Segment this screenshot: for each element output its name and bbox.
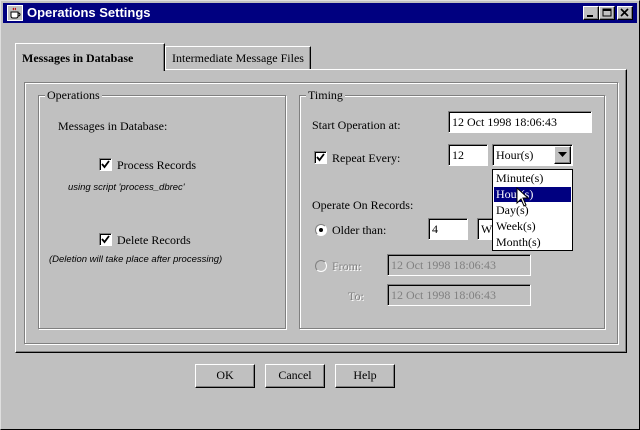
mouse-pointer-icon: [516, 186, 532, 211]
repeat-unit-select[interactable]: Hour(s): [492, 144, 573, 166]
java-cup-icon[interactable]: [7, 5, 23, 21]
ok-button[interactable]: OK: [195, 364, 255, 388]
repeat-unit-value: Hour(s): [496, 148, 534, 162]
start-operation-field[interactable]: 12 Oct 1998 18:06:43: [448, 111, 592, 133]
cancel-button[interactable]: Cancel: [265, 364, 325, 388]
minimize-button[interactable]: [583, 6, 599, 20]
delete-records-note: (Deletion will take place after processi…: [49, 254, 223, 265]
repeat-interval-field[interactable]: 12: [448, 144, 488, 166]
tab-label: Intermediate Message Files: [172, 51, 304, 65]
dropdown-option-days[interactable]: Day(s): [494, 203, 571, 218]
window-title: Operations Settings: [27, 5, 151, 20]
start-operation-label: Start Operation at:: [312, 118, 401, 132]
process-records-note: using script 'process_dbrec': [68, 182, 185, 193]
dropdown-option-hours[interactable]: Hour(s): [494, 187, 571, 202]
delete-records-checkbox[interactable]: [99, 233, 112, 246]
operations-settings-window: Operations Settings Messages in Database…: [0, 0, 640, 430]
dropdown-option-minutes[interactable]: Minute(s): [494, 171, 571, 186]
from-radio[interactable]: [315, 260, 327, 272]
from-date-field[interactable]: 12 Oct 1998 18:06:43: [387, 254, 531, 276]
tab-messages-in-database[interactable]: Messages in Database: [15, 43, 165, 71]
close-button[interactable]: [617, 6, 633, 20]
title-bar[interactable]: Operations Settings: [3, 3, 637, 23]
to-label: To:: [348, 289, 364, 303]
tab-intermediate-message-files[interactable]: Intermediate Message Files: [165, 46, 311, 69]
tab-label: Messages in Database: [22, 51, 134, 65]
process-records-label[interactable]: Process Records: [117, 158, 196, 173]
older-than-radio[interactable]: [315, 224, 327, 236]
radio-dot-icon: [319, 228, 323, 232]
operate-on-records-label: Operate On Records:: [312, 198, 414, 212]
timing-legend: Timing: [306, 88, 345, 103]
checkmark-icon: [316, 153, 325, 162]
older-than-label[interactable]: Older than:: [332, 223, 386, 238]
messages-in-database-heading: Messages in Database:: [58, 119, 168, 133]
operations-legend: Operations: [45, 88, 102, 103]
process-records-checkbox[interactable]: [99, 158, 112, 171]
checkmark-icon: [101, 235, 110, 244]
dropdown-arrow-button[interactable]: [554, 146, 571, 164]
repeat-unit-dropdown-list[interactable]: Minute(s) Hour(s) Day(s) Week(s) Month(s…: [492, 169, 573, 251]
help-button[interactable]: Help: [335, 364, 395, 388]
delete-records-label[interactable]: Delete Records: [117, 233, 191, 248]
dropdown-option-months[interactable]: Month(s): [494, 235, 571, 250]
older-than-value-field[interactable]: 4: [428, 218, 468, 240]
chevron-down-icon: [558, 152, 567, 157]
to-date-field[interactable]: 12 Oct 1998 18:06:43: [387, 284, 531, 306]
maximize-button[interactable]: [599, 6, 615, 20]
repeat-every-label[interactable]: Repeat Every:: [332, 151, 400, 166]
older-than-unit-value: W: [481, 222, 493, 236]
from-label: From:: [332, 259, 362, 273]
checkmark-icon: [101, 160, 110, 169]
repeat-every-checkbox[interactable]: [314, 151, 327, 164]
dropdown-option-weeks[interactable]: Week(s): [494, 219, 571, 234]
